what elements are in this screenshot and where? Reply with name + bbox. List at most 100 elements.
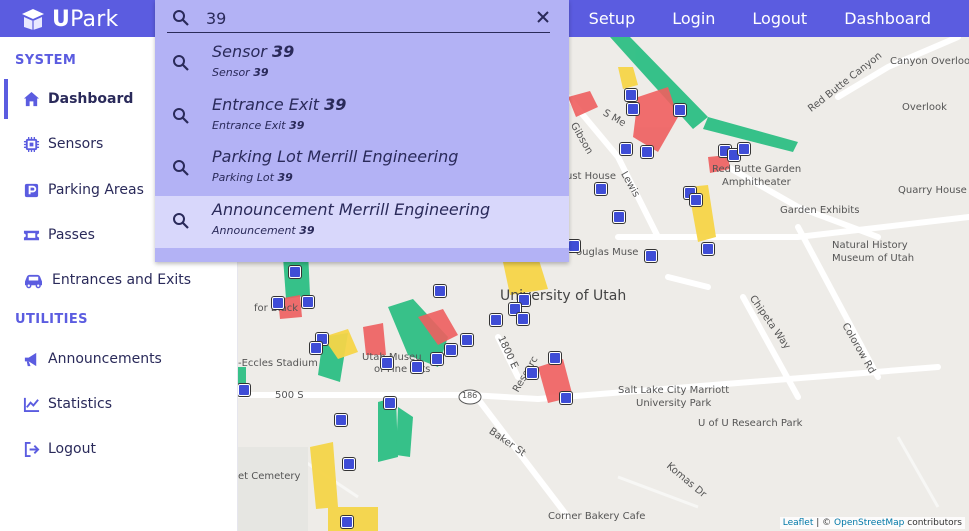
result-subtitle: Announcement 39 (212, 224, 315, 237)
sensor-marker[interactable] (272, 297, 284, 309)
sensor-marker[interactable] (560, 392, 572, 404)
nav-dashboard-link[interactable]: Dashboard (844, 9, 931, 28)
search-result-item[interactable]: Parking Lot Merrill Engineering Parking … (155, 143, 569, 195)
map-label-natural-history: Natural History (832, 240, 908, 251)
sensor-marker[interactable] (289, 266, 301, 278)
nav-setup-link[interactable]: Setup (589, 9, 636, 28)
sensor-marker[interactable] (641, 146, 653, 158)
map-label-eccles-stadium: -Eccles Stadium (238, 358, 318, 369)
sidebar-item-label: Sensors (48, 136, 104, 152)
map-label-corner-bakery: Corner Bakery Cafe (548, 511, 646, 522)
sensor-marker[interactable] (613, 211, 625, 223)
section-title-system: SYSTEM (15, 53, 77, 68)
search-input[interactable]: 39 (206, 9, 226, 28)
sensor-marker[interactable] (517, 313, 529, 325)
map-label-500-s: 500 S (275, 390, 304, 401)
sensor-marker[interactable] (310, 342, 322, 354)
map-label-quarry-house: Quarry House (898, 185, 967, 196)
result-title: Sensor 39 (212, 42, 295, 61)
sensor-marker[interactable] (645, 250, 657, 262)
sensor-marker[interactable] (702, 243, 714, 255)
map-label-red-butte-garden: Red Butte Garden (712, 164, 802, 175)
sensor-marker[interactable] (674, 104, 686, 116)
sidebar-item-label: Announcements (48, 351, 162, 367)
search-icon (173, 160, 189, 176)
leaflet-link[interactable]: Leaflet (783, 518, 814, 528)
search-result-item[interactable]: Entrance Exit 39 Entrance Exit 39 (155, 91, 569, 143)
sensor-marker[interactable] (434, 285, 446, 297)
result-subtitle: Entrance Exit 39 (212, 119, 305, 132)
megaphone-icon (22, 350, 40, 368)
search-icon (173, 55, 189, 71)
sensor-marker[interactable] (384, 397, 396, 409)
brand-logo-link[interactable]: UPark (20, 4, 118, 34)
result-subtitle: Parking Lot 39 (212, 171, 293, 184)
book-logo-icon (22, 9, 44, 30)
sensor-marker[interactable] (568, 240, 580, 252)
map-label-university-park: University Park (636, 398, 712, 409)
search-icon (173, 213, 189, 229)
result-title: Parking Lot Merrill Engineering (212, 147, 459, 166)
sensor-marker[interactable] (411, 361, 423, 373)
map-attribution: Leaflet | © OpenStreetMap contributors (779, 517, 965, 529)
map-label-canyon-overlook: Canyon Overlook (890, 56, 969, 67)
sidebar-item-entrances-exits[interactable]: Entrances and Exits (4, 260, 238, 300)
sidebar-item-label: Dashboard (48, 91, 134, 107)
search-icon (173, 10, 189, 26)
sidebar-item-label: Passes (48, 227, 95, 243)
map-label-overlook: Overlook (902, 102, 947, 113)
attribution-contributors: contributors (904, 518, 962, 528)
ticket-icon (22, 226, 40, 244)
sensor-marker[interactable] (627, 103, 639, 115)
sidebar-item-announcements[interactable]: Announcements (4, 339, 238, 379)
sidebar-item-statistics[interactable]: Statistics (4, 384, 238, 424)
section-title-utilities: UTILITIES (15, 312, 88, 327)
openstreetmap-link[interactable]: OpenStreetMap (834, 518, 904, 528)
sidebar-item-label: Parking Areas (48, 182, 144, 198)
attribution-separator: | © (813, 518, 835, 528)
parking-icon (22, 181, 40, 199)
sidebar-item-logout[interactable]: Logout (4, 429, 238, 469)
sidebar-item-label: Statistics (48, 396, 112, 412)
map-label-route-186: 186 (462, 391, 478, 400)
sensor-marker[interactable] (690, 194, 702, 206)
nav-logout-link[interactable]: Logout (752, 9, 807, 28)
close-icon[interactable] (536, 10, 550, 24)
sensor-marker[interactable] (620, 143, 632, 155)
result-title: Announcement Merrill Engineering (212, 200, 491, 219)
sensor-marker[interactable] (461, 334, 473, 346)
sensor-marker[interactable] (431, 353, 443, 365)
sensor-marker[interactable] (549, 352, 561, 364)
sidebar-item-label: Logout (48, 441, 96, 457)
sensor-marker[interactable] (625, 89, 637, 101)
map-label-douglas-museum: ouglas Muse (576, 247, 639, 258)
search-dropdown: 39 Sensor 39 Sensor 39 Entrance Exit 39 … (155, 0, 569, 262)
map-label-u-research-park: U of U Research Park (698, 418, 803, 429)
map-label-cemetery: et Cemetery (238, 471, 301, 482)
nav-login-link[interactable]: Login (672, 9, 715, 28)
sensor-marker[interactable] (738, 143, 750, 155)
search-bar[interactable]: 39 (167, 4, 550, 33)
sensor-marker[interactable] (526, 367, 538, 379)
search-result-item[interactable]: Announcement Merrill Engineering Announc… (155, 196, 569, 248)
nav-links: Setup Login Logout Dashboard (589, 0, 969, 37)
sensor-marker[interactable] (595, 183, 607, 195)
search-result-item[interactable]: Sensor 39 Sensor 39 (155, 38, 569, 90)
sensor-marker[interactable] (238, 384, 250, 396)
car-icon (22, 271, 44, 289)
search-icon (173, 108, 189, 124)
sensor-marker[interactable] (343, 458, 355, 470)
chip-icon (22, 135, 40, 153)
sensor-marker[interactable] (445, 344, 457, 356)
map-label-ust-house: ust House (566, 171, 616, 182)
sensor-marker[interactable] (335, 414, 347, 426)
sensor-marker[interactable] (381, 357, 393, 369)
map-label-marriott: Salt Lake City Marriott (618, 385, 730, 396)
map-label-amphitheater: Amphitheater (722, 177, 791, 188)
sensor-marker[interactable] (302, 296, 314, 308)
map-label-museum-of-utah: Museum of Utah (832, 253, 915, 264)
sensor-marker[interactable] (490, 314, 502, 326)
home-icon (22, 90, 40, 108)
sensor-marker[interactable] (341, 516, 353, 528)
result-title: Entrance Exit 39 (212, 95, 347, 114)
